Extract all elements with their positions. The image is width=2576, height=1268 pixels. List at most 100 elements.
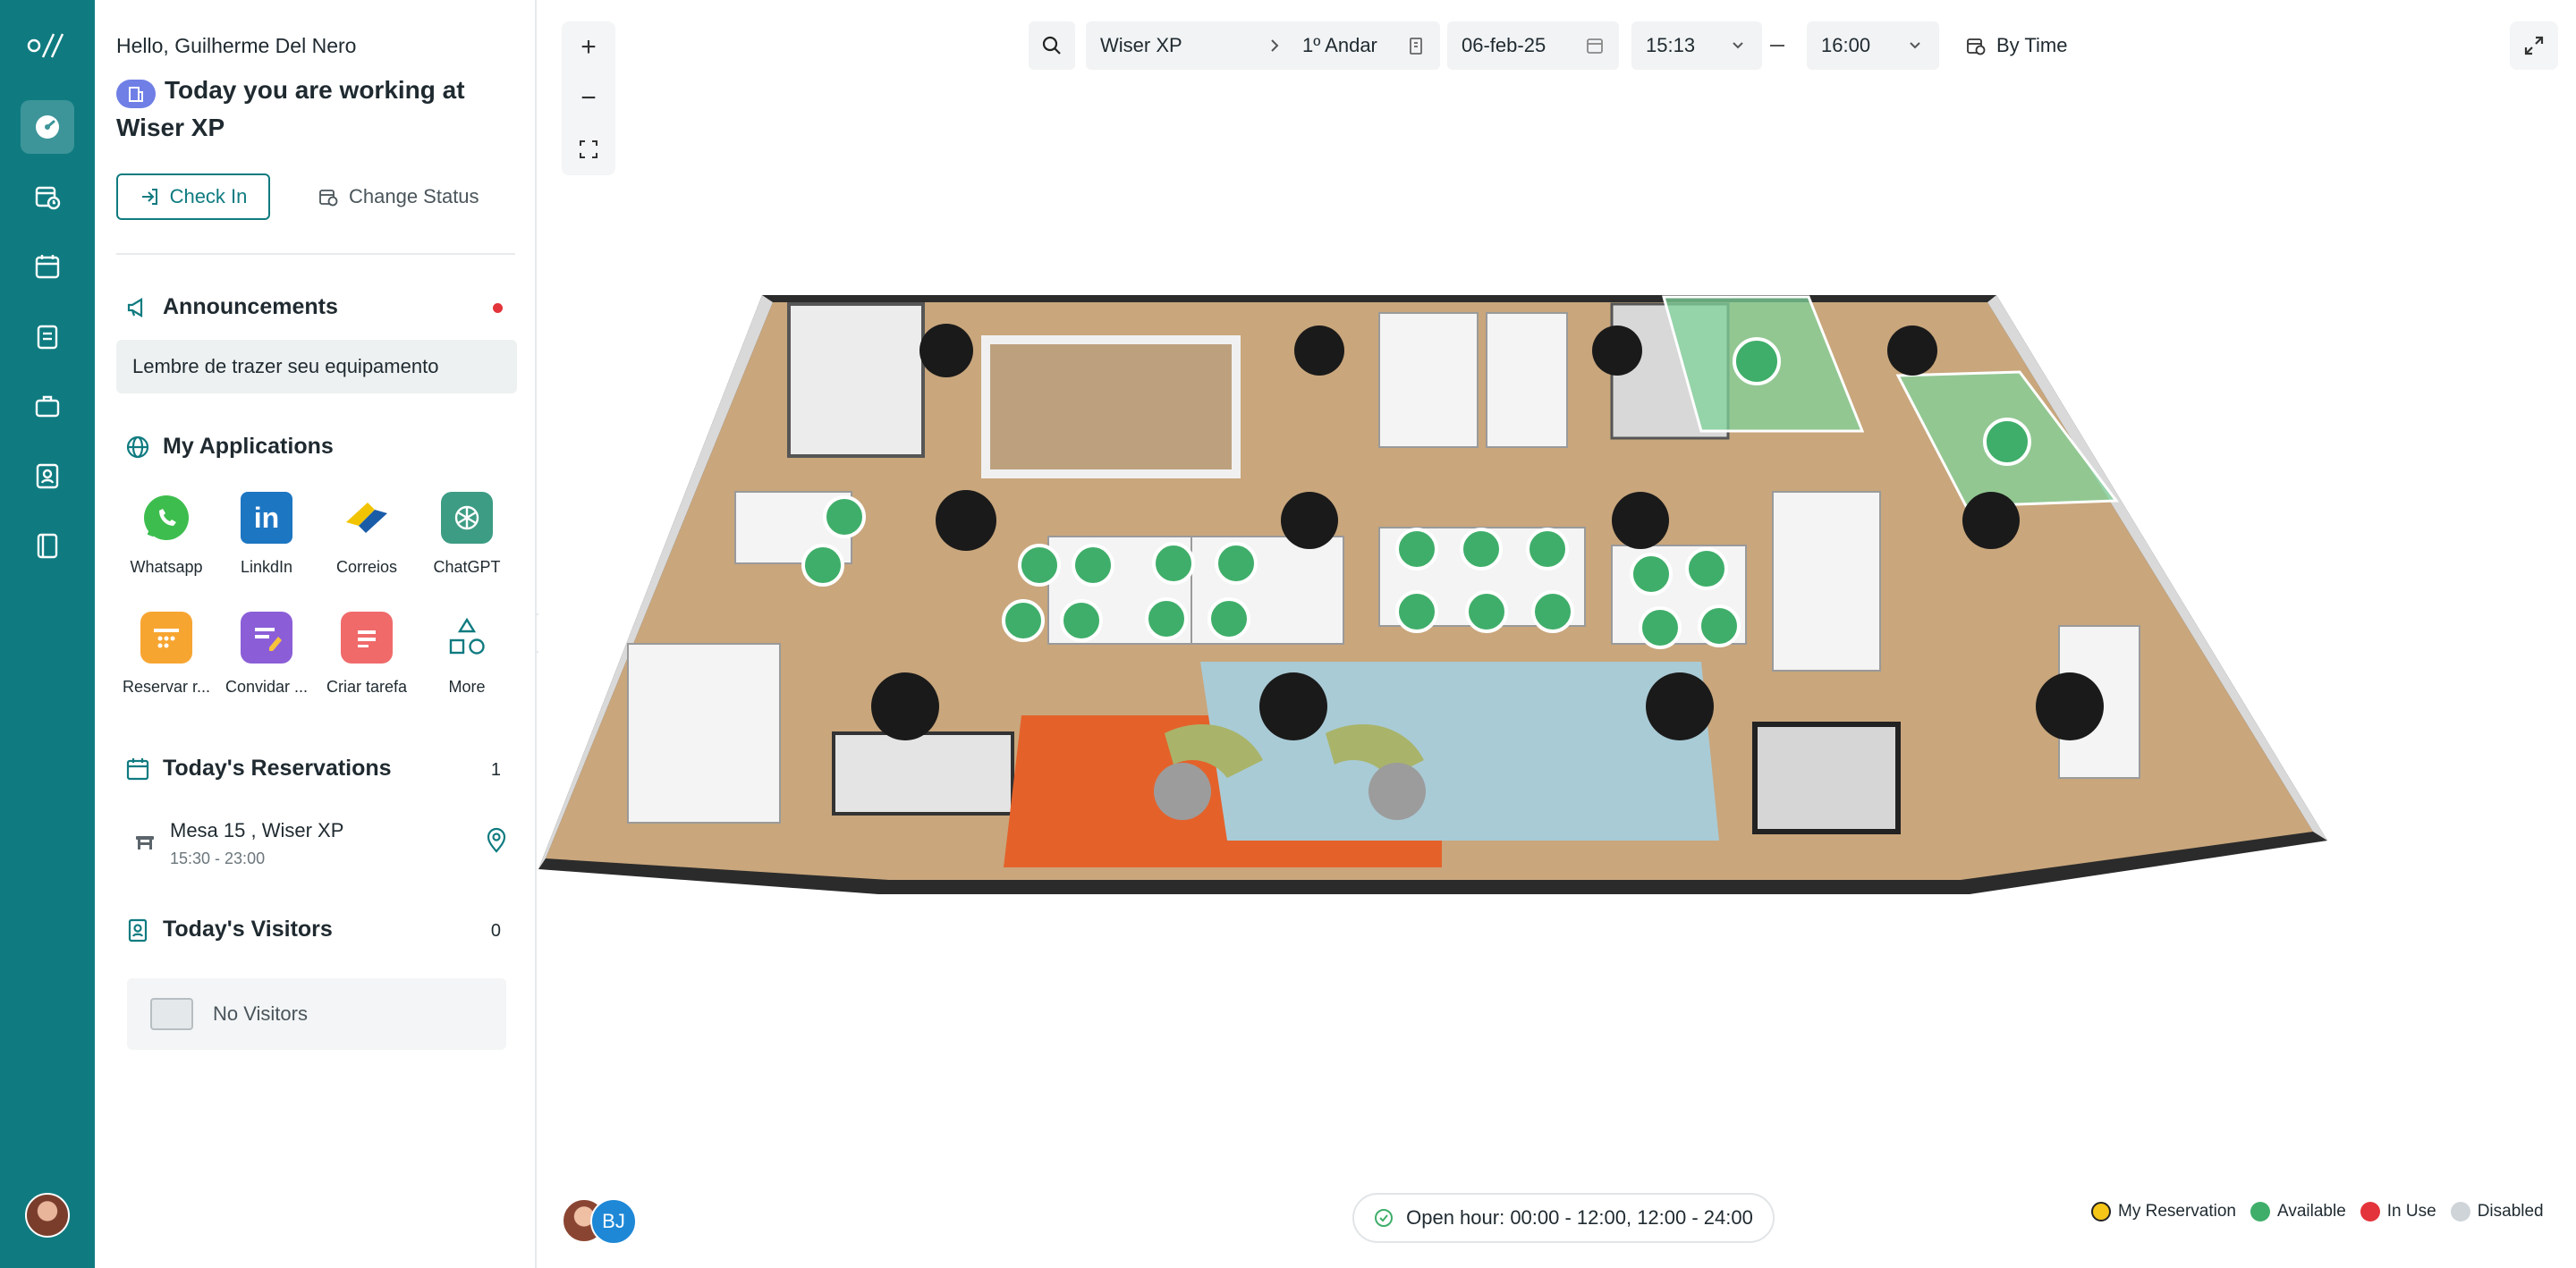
fullscreen-button[interactable] — [2510, 21, 2558, 70]
app-whatsapp[interactable]: Whatsapp — [116, 492, 216, 577]
zoom-in-button[interactable]: + — [562, 21, 615, 72]
reservations-count: 1 — [490, 760, 501, 780]
divider — [116, 253, 515, 255]
visitors-title: Today's Visitors — [163, 917, 333, 942]
app-reservar[interactable]: Reservar r... — [116, 612, 216, 697]
pouf — [1154, 763, 1211, 820]
reservations-header: Today's Reservations — [125, 756, 392, 782]
calendar-icon — [35, 255, 60, 279]
login-arrow-icon — [141, 189, 157, 205]
map-legend: My Reservation Available In Use Disabled — [2091, 1202, 2544, 1222]
floor-plan-map[interactable] — [538, 286, 2372, 903]
nav-directory[interactable] — [21, 519, 74, 572]
reservation-title: Mesa 15 , Wiser XP — [170, 819, 344, 841]
calendar-clock-icon — [35, 186, 61, 210]
fit-screen-icon — [580, 139, 597, 158]
user-avatar[interactable] — [25, 1193, 70, 1238]
briefcase-icon — [35, 395, 60, 418]
floor-value: 1º Andar — [1302, 34, 1377, 56]
nav-tasks[interactable] — [21, 309, 74, 363]
zoom-out-button[interactable]: − — [562, 72, 615, 123]
app-label: Whatsapp — [130, 558, 203, 576]
app-criar-tarefa[interactable]: Criar tarefa — [317, 612, 417, 697]
calendar-status-icon — [319, 190, 338, 207]
nav-bookings[interactable] — [21, 379, 74, 433]
unread-dot — [493, 303, 503, 313]
invite-app-icon — [241, 612, 292, 664]
check-circle-icon — [1375, 1209, 1394, 1227]
chevron-right-icon — [1271, 39, 1279, 52]
star-icon — [2091, 1202, 2111, 1222]
visitors-empty-state: No Visitors — [127, 978, 506, 1050]
nav-dashboard[interactable] — [21, 100, 74, 154]
applications-title: My Applications — [163, 434, 334, 459]
no-visitors-text: No Visitors — [213, 1002, 308, 1025]
fit-screen-button[interactable] — [562, 123, 615, 174]
legend-disabled: Disabled — [2450, 1202, 2544, 1222]
check-in-button[interactable]: Check In — [116, 173, 270, 220]
pouf — [1368, 763, 1426, 820]
app-chatgpt[interactable]: ChatGPT — [417, 492, 517, 577]
location-selector[interactable]: Wiser XP 1º Andar — [1086, 21, 1440, 70]
change-status-label: Change Status — [349, 185, 479, 207]
reservation-item[interactable]: Mesa 15 , Wiser XP 15:30 - 23:00 — [127, 814, 512, 867]
start-time-value: 15:13 — [1646, 34, 1696, 56]
correios-icon — [341, 492, 393, 544]
nav-rail — [0, 0, 95, 1268]
user-initials-avatar[interactable]: BJ — [590, 1198, 637, 1245]
announcement-item[interactable]: Lembre de trazer seu equipamento — [116, 340, 517, 393]
active-users[interactable]: BJ — [562, 1198, 642, 1245]
end-time-select[interactable]: 16:00 — [1807, 21, 1939, 70]
app-label: Correios — [335, 558, 398, 576]
search-button[interactable] — [1029, 21, 1075, 70]
greeting-text: Hello, Guilherme Del Nero — [116, 34, 357, 57]
open-hour-pill: Open hour: 00:00 - 12:00, 12:00 - 24:00 — [1352, 1193, 1775, 1243]
change-status-button[interactable]: Change Status — [318, 173, 479, 220]
end-time-value: 16:00 — [1821, 34, 1871, 56]
id-card-icon — [150, 998, 193, 1030]
date-picker[interactable]: 06-feb-25 — [1447, 21, 1619, 70]
start-time-select[interactable]: 15:13 — [1631, 21, 1762, 70]
location-pin-icon[interactable] — [485, 826, 508, 853]
dashboard-gauge-icon — [36, 115, 59, 139]
nav-calendar[interactable] — [21, 240, 74, 293]
app-logo[interactable] — [27, 30, 68, 61]
room-phone-booths — [981, 335, 1241, 478]
announcements-title: Announcements — [163, 294, 338, 319]
more-shapes-icon — [441, 612, 493, 664]
app-convidar[interactable]: Convidar ... — [216, 612, 317, 697]
calendar-app-icon — [140, 612, 192, 664]
calendar-clock-icon — [1967, 38, 1986, 55]
legend-label: In Use — [2386, 1202, 2436, 1221]
reservations-title: Today's Reservations — [163, 756, 392, 781]
desk-icon — [136, 836, 154, 850]
app-linkedin[interactable]: in LinkdIn — [216, 492, 317, 577]
legend-label: Disabled — [2477, 1202, 2544, 1221]
nav-schedule[interactable] — [21, 170, 74, 224]
in-use-dot — [2360, 1202, 2380, 1222]
by-time-toggle[interactable]: By Time — [1966, 21, 2067, 70]
megaphone-icon — [127, 297, 143, 317]
workplace-heading: Today you are working at Wiser XP — [116, 72, 510, 147]
app-label: Reservar r... — [122, 678, 211, 696]
app-label: LinkdIn — [240, 558, 293, 576]
disabled-dot — [2450, 1202, 2470, 1222]
check-in-label: Check In — [169, 185, 248, 207]
location-value: Wiser XP — [1100, 34, 1182, 56]
building-icon — [1410, 38, 1422, 55]
open-hour-text: Open hour: 00:00 - 12:00, 12:00 - 24:00 — [1406, 1206, 1753, 1229]
available-dot — [2250, 1202, 2270, 1222]
bathroom — [1752, 722, 1901, 834]
app-more[interactable]: More — [417, 612, 517, 697]
time-range-dash — [1770, 45, 1784, 46]
search-icon — [1042, 36, 1061, 55]
linkedin-icon: in — [241, 492, 292, 544]
chevron-down-icon — [1910, 42, 1920, 49]
contact-card-icon — [36, 463, 59, 489]
app-label: Criar tarefa — [326, 678, 408, 696]
nav-visitors[interactable] — [21, 449, 74, 503]
bottom-left-room — [832, 731, 1014, 816]
task-app-icon — [341, 612, 393, 664]
app-correios[interactable]: Correios — [317, 492, 417, 577]
by-time-label: By Time — [1996, 34, 2068, 56]
